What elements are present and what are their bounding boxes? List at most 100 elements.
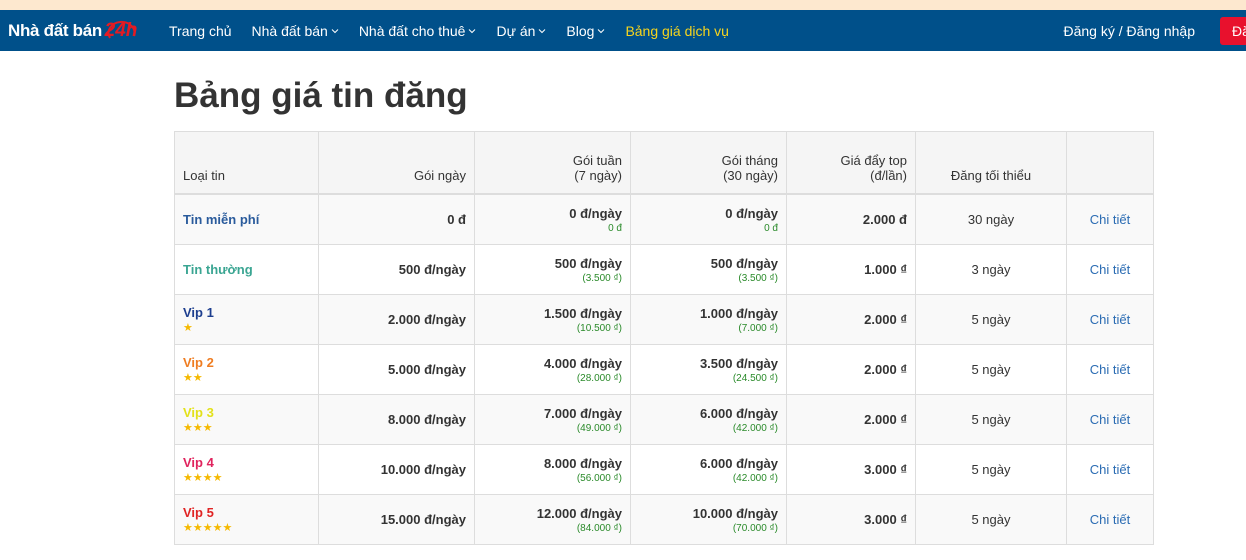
listing-type-name: Vip 3 [183, 404, 214, 420]
pricing-table: Loại tin Gói ngày Gói tuần (7 ngày) Gói t… [174, 131, 1154, 545]
detail-link[interactable]: Chi tiết [1090, 212, 1130, 227]
col-header-month: Gói tháng (30 ngày) [630, 131, 787, 195]
month-total: (42.000 ₫) [732, 472, 778, 484]
cell-month: 3.500 đ/ngày (24.500 ₫) [630, 344, 787, 395]
week-price: 12.000 đ/ngày [536, 505, 622, 521]
cell-day: 15.000 đ/ngày [318, 494, 475, 545]
push-price: 2.000 ₫ [864, 362, 907, 377]
nav-item-sale[interactable]: Nhà đất bán [242, 10, 349, 51]
star-rating-icon: ★★★★★ [183, 521, 233, 534]
nav-item-blog[interactable]: Blog [556, 10, 615, 51]
cell-min-days: 5 ngày [915, 494, 1067, 545]
top-strip [0, 0, 1246, 10]
star-rating-icon: ★★ [183, 371, 203, 384]
chevron-down-icon [331, 28, 339, 33]
detail-link[interactable]: Chi tiết [1090, 362, 1130, 377]
auth-link[interactable]: Đăng ký / Đăng nhập [1063, 10, 1195, 51]
min-days-value: 5 ngày [971, 312, 1011, 327]
nav-item-rent[interactable]: Nhà đất cho thuê [349, 10, 487, 51]
cell-action: Chi tiết [1066, 193, 1154, 245]
cell-day: 10.000 đ/ngày [318, 444, 475, 495]
logo[interactable]: Nhà đất bán 24h [8, 16, 138, 46]
day-price: 8.000 đ/ngày [387, 412, 466, 427]
cell-action: Chi tiết [1066, 444, 1154, 495]
listing-type-name: Vip 2 [183, 354, 214, 370]
min-days-value: 5 ngày [971, 362, 1011, 377]
detail-link[interactable]: Chi tiết [1090, 262, 1130, 277]
navbar: Nhà đất bán 24h Trang chủ Nhà đất bán Nh… [0, 10, 1246, 51]
nav-item-label: Blog [566, 22, 595, 39]
cell-week: 0 đ/ngày 0 đ [474, 193, 631, 245]
col-header-day: Gói ngày [318, 131, 475, 195]
listing-type-name: Tin thường [183, 262, 253, 277]
week-price: 1.500 đ/ngày [543, 305, 622, 321]
col-header-action [1066, 131, 1154, 195]
month-total: (24.500 ₫) [732, 372, 778, 384]
cell-push: 2.000 đ [786, 193, 916, 245]
cell-month: 6.000 đ/ngày (42.000 ₫) [630, 394, 787, 445]
col-header-sublabel: (đ/lần) [870, 168, 907, 183]
week-price: 8.000 đ/ngày [543, 455, 622, 471]
col-header-label: Loại tin [183, 168, 225, 183]
table-row: Vip 5 ★★★★★ 15.000 đ/ngày 12.000 đ/ngày (84.… [174, 494, 1154, 545]
cell-type: Vip 1 ★ [174, 294, 319, 345]
col-header-label: Gói ngày [413, 168, 466, 183]
month-total: (70.000 ₫) [732, 522, 778, 534]
cell-action: Chi tiết [1066, 244, 1154, 295]
nav-item-label: Bảng giá dịch vụ [625, 22, 729, 39]
nav-item-projects[interactable]: Dự án [486, 10, 556, 51]
push-price: 3.000 ₫ [864, 512, 907, 527]
month-price: 500 đ/ngày [710, 255, 778, 271]
push-price: 3.000 ₫ [864, 462, 907, 477]
cell-type: Tin thường [174, 244, 319, 295]
week-price: 500 đ/ngày [554, 255, 622, 271]
cell-day: 0 đ [318, 193, 475, 245]
nav-item-home[interactable]: Trang chủ [159, 10, 242, 51]
detail-link[interactable]: Chi tiết [1090, 512, 1130, 527]
cell-week: 7.000 đ/ngày (49.000 ₫) [474, 394, 631, 445]
logo-suffix: 24h [104, 20, 138, 41]
listing-type-name: Vip 4 [183, 454, 214, 470]
min-days-value: 5 ngày [971, 462, 1011, 477]
nav-item-label: Nhà đất cho thuê [358, 22, 466, 39]
col-header-sublabel: (30 ngày) [723, 168, 778, 183]
nav-item-label: Nhà đất bán [251, 22, 328, 39]
star-rating-icon: ★ [183, 321, 193, 334]
cell-push: 1.000 ₫ [786, 244, 916, 295]
chevron-down-icon [469, 28, 476, 33]
min-days-value: 5 ngày [971, 412, 1011, 427]
min-days-value: 3 ngày [971, 262, 1011, 277]
week-total: 0 đ [608, 222, 622, 234]
cell-push: 3.000 ₫ [786, 444, 916, 495]
detail-link[interactable]: Chi tiết [1090, 412, 1130, 427]
cell-min-days: 30 ngày [915, 193, 1067, 245]
cell-day: 8.000 đ/ngày [318, 394, 475, 445]
cell-min-days: 5 ngày [915, 394, 1067, 445]
detail-link[interactable]: Chi tiết [1090, 462, 1130, 477]
table-row: Vip 4 ★★★★ 10.000 đ/ngày 8.000 đ/ngày (56.00… [174, 444, 1154, 495]
logo-24h-mark: 24h [104, 16, 138, 46]
cell-day: 5.000 đ/ngày [318, 344, 475, 395]
listing-type-name: Tin miễn phí [183, 212, 260, 227]
day-price: 15.000 đ/ngày [380, 512, 466, 527]
cell-week: 4.000 đ/ngày (28.000 ₫) [474, 344, 631, 395]
cell-push: 3.000 ₫ [786, 494, 916, 545]
cell-month: 0 đ/ngày 0 đ [630, 193, 787, 245]
cell-action: Chi tiết [1066, 494, 1154, 545]
min-days-value: 30 ngày [967, 212, 1015, 227]
month-price: 3.500 đ/ngày [699, 355, 778, 371]
min-days-value: 5 ngày [971, 512, 1011, 527]
cell-push: 2.000 ₫ [786, 344, 916, 395]
day-price: 500 đ/ngày [398, 262, 466, 277]
week-total: (28.000 ₫) [576, 372, 622, 384]
col-header-label: Gói tháng [721, 153, 778, 168]
star-rating-icon: ★★★★ [183, 471, 223, 484]
col-header-label: Đăng tối thiểu [950, 168, 1032, 183]
post-listing-button[interactable]: Đăng tin [1220, 17, 1246, 45]
post-listing-label: Đăng tin [1232, 23, 1246, 39]
detail-link[interactable]: Chi tiết [1090, 312, 1130, 327]
month-total: (42.000 ₫) [732, 422, 778, 434]
nav-item-pricing[interactable]: Bảng giá dịch vụ [615, 10, 739, 51]
week-total: (49.000 ₫) [576, 422, 622, 434]
week-price: 0 đ/ngày [569, 205, 622, 221]
